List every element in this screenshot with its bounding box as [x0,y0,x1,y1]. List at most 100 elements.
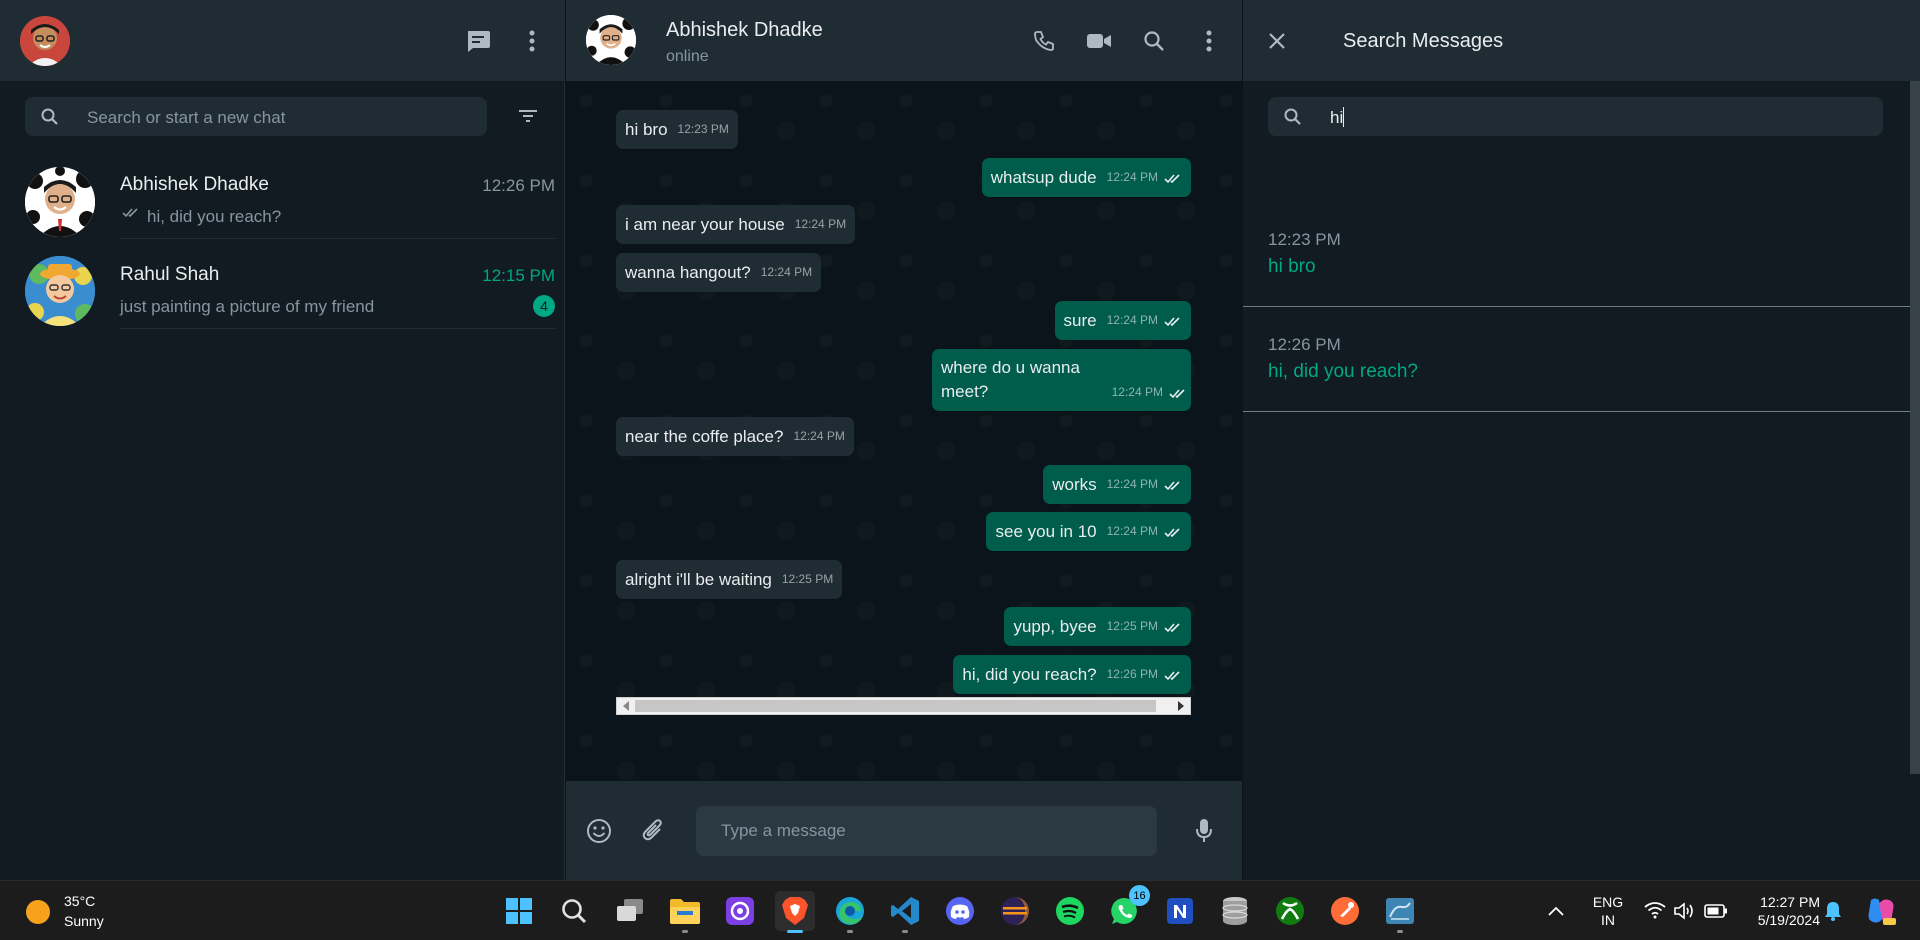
app-button[interactable] [720,891,760,931]
message-list[interactable]: hi bro 12:23 PM whatsup dude 12:24 PM i am… [566,81,1242,781]
discord-icon [946,897,974,925]
message-text: hi bro [625,120,668,139]
eclipse-button[interactable] [995,891,1035,931]
scroll-right-icon[interactable] [1178,701,1184,711]
system-tray[interactable] [1642,899,1732,923]
message-search-input[interactable]: hi [1268,97,1883,136]
search-icon [1284,108,1301,125]
message-text: sure [1063,311,1097,330]
taskbar: 35°C Sunny 16 ENG IN 12:27 PM 5/19/2024 [0,880,1920,940]
taskbar-search-button[interactable] [554,891,594,931]
chat-preview: just painting a picture of my friend [120,297,375,316]
scrollbar-thumb[interactable] [635,700,1156,712]
chat-item-abhishek-dhadke[interactable]: Abhishek Dhadke 12:26 PM hi, did you rea… [0,149,565,239]
filter-icon[interactable] [510,98,546,134]
result-time: 12:23 PM [1268,230,1341,249]
notion-icon [1167,898,1193,924]
postman-icon [1331,897,1359,925]
double-tick-icon [1164,671,1180,681]
task-view-icon [617,899,643,921]
weather-widget[interactable]: 35°C Sunny [20,891,120,931]
message-incoming[interactable]: near the coffe place? 12:24 PM [616,417,854,456]
clock[interactable]: 12:27 PM 5/19/2024 [1740,893,1820,931]
search-messages-panel: Search Messages hi 12:23 PM hi bro 12:26… [1243,0,1920,880]
search-result[interactable]: 12:26 PM hi, did you reach? [1243,307,1910,412]
task-view-button[interactable] [610,891,650,931]
app-icon [726,897,754,925]
eclipse-icon [1001,897,1029,925]
scroll-left-icon[interactable] [623,701,629,711]
microphone-icon[interactable] [1186,813,1222,849]
message-outgoing[interactable]: whatsup dude 12:24 PM [981,158,1191,197]
show-hidden-icons-button[interactable] [1541,891,1571,931]
chat-item-rahul-shah[interactable]: Rahul Shah 12:15 PM just painting a pict… [0,239,565,329]
brave-button[interactable] [775,891,815,933]
message-incoming[interactable]: i am near your house 12:24 PM [616,205,856,244]
message-placeholder: Type a message [721,821,846,840]
search-icon[interactable] [1136,23,1172,59]
message-outgoing[interactable]: yupp, byee 12:25 PM [1004,607,1191,646]
profile-avatar[interactable] [20,16,70,66]
notion-button[interactable] [1160,891,1200,931]
search-result[interactable]: 12:23 PM hi bro [1243,202,1910,307]
voice-call-icon[interactable] [1026,23,1062,59]
emoji-icon[interactable] [581,813,617,849]
whatsapp-button[interactable]: 16 [1105,885,1150,931]
attach-icon[interactable] [635,813,671,849]
horizontal-scrollbar[interactable] [616,697,1191,715]
profile-avatar-image [20,16,70,66]
database-icon [1222,897,1248,925]
message-meta: 12:24 PM [1102,380,1187,405]
message-outgoing[interactable]: see you in 10 12:24 PM [986,512,1191,551]
message-text: works [1052,475,1097,494]
contact-avatar[interactable] [586,15,636,65]
message-time: 12:24 PM [1106,477,1158,491]
conversation-header[interactable]: Abhishek Dhadke online [566,0,1242,81]
message-time: 12:24 PM [794,217,847,231]
search-icon [41,108,58,125]
start-button[interactable] [499,891,539,931]
message-text: yupp, byee [1013,617,1097,636]
copilot-button[interactable] [1861,891,1901,931]
edge-button[interactable] [830,891,870,933]
clock-time: 12:27 PM [1760,894,1820,910]
message-time: 12:24 PM [793,429,845,443]
message-outgoing[interactable]: works 12:24 PM [1043,465,1191,504]
notifications-button[interactable] [1816,891,1850,931]
message-text: see you in 10 [995,522,1097,541]
video-call-icon[interactable] [1081,23,1117,59]
chat-search-input[interactable]: Search or start a new chat [25,97,487,136]
message-text: alright i'll be waiting [625,570,772,589]
sidebar-header [0,0,565,81]
message-outgoing[interactable]: sure 12:24 PM [1054,301,1191,340]
language-indicator[interactable]: ENG IN [1588,893,1628,931]
chat-divider [120,328,555,329]
message-input[interactable]: Type a message [696,806,1157,856]
message-text: where do u wanna meet? [941,358,1080,401]
message-incoming[interactable]: hi bro 12:23 PM [616,110,738,149]
mysql-workbench-button[interactable] [1380,891,1420,933]
spotify-button[interactable] [1050,891,1090,931]
search-icon [562,899,587,924]
discord-button[interactable] [940,891,980,931]
message-text: wanna hangout? [625,263,751,282]
new-chat-icon[interactable] [460,23,496,59]
postman-button[interactable] [1325,891,1365,931]
copilot-icon [1868,898,1896,925]
message-outgoing[interactable]: hi, did you reach? 12:26 PM [953,655,1191,694]
chat-list-sidebar: Search or start a new chat Abhishek Dhad… [0,0,565,880]
close-icon[interactable] [1259,23,1295,59]
menu-icon[interactable] [514,23,550,59]
file-explorer-button[interactable] [665,891,705,933]
vscode-button[interactable] [885,891,925,933]
xbox-button[interactable] [1270,891,1310,931]
message-outgoing[interactable]: where do u wanna meet? 12:24 PM [932,349,1191,411]
message-incoming[interactable]: alright i'll be waiting 12:25 PM [616,560,843,599]
database-button[interactable] [1215,891,1255,931]
running-indicator [787,930,803,933]
vertical-scrollbar[interactable] [1910,81,1920,774]
contact-status: online [666,48,709,65]
message-incoming[interactable]: wanna hangout? 12:24 PM [616,253,822,292]
search-placeholder: Search or start a new chat [87,108,286,127]
menu-icon[interactable] [1191,23,1227,59]
